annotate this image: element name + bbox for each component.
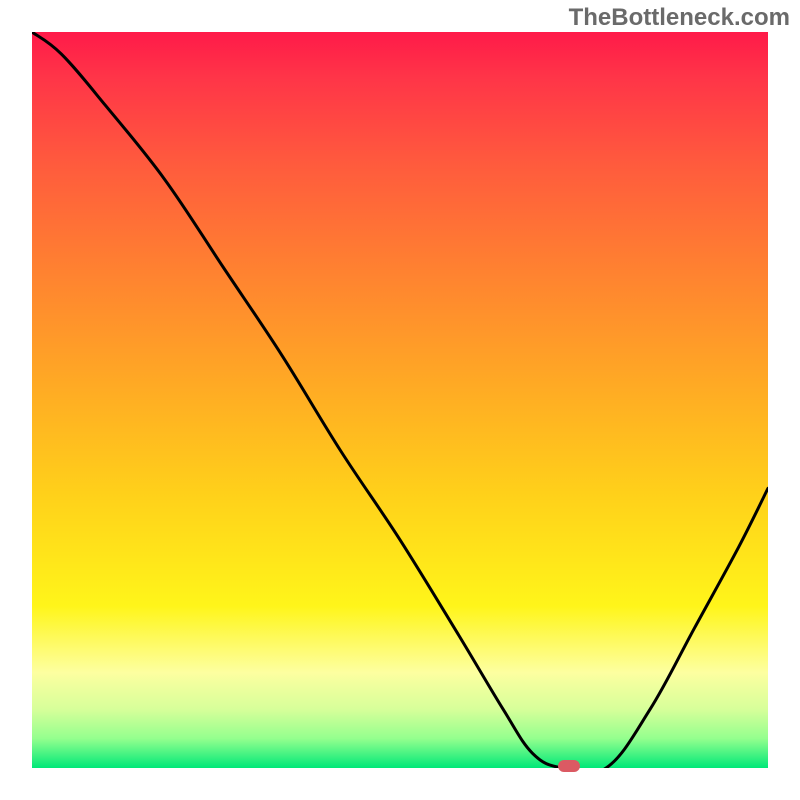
chart-container: TheBottleneck.com: [0, 0, 800, 800]
bottleneck-curve: [32, 32, 768, 768]
watermark-text: TheBottleneck.com: [569, 4, 790, 32]
plot-area: [32, 32, 768, 768]
optimum-marker: [558, 760, 580, 772]
